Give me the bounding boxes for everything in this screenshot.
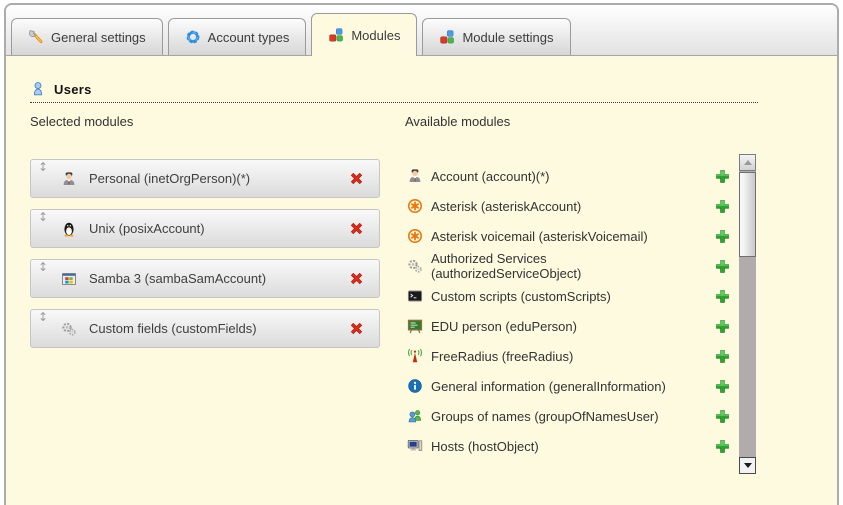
asterisk-icon xyxy=(407,228,423,244)
module-label: General information (generalInformation) xyxy=(431,379,687,394)
selected-module-samba3[interactable]: ↕ Samba 3 (sambaSamAccount) xyxy=(30,259,380,298)
person-icon xyxy=(61,171,77,187)
config-window: General settings Account types Modul xyxy=(4,3,839,505)
add-icon[interactable] xyxy=(714,378,731,395)
available-module-custom-scripts: Custom scripts (customScripts) xyxy=(407,281,737,311)
available-module-asterisk-voicemail: Asterisk voicemail (asteriskVoicemail) xyxy=(407,221,737,251)
terminal-icon xyxy=(407,288,423,304)
add-icon[interactable] xyxy=(714,228,731,245)
wrench-icon xyxy=(28,29,44,45)
available-module-edu-person: EDU person (eduPerson) xyxy=(407,311,737,341)
add-icon[interactable] xyxy=(714,318,731,335)
drag-handle-icon[interactable]: ↕ xyxy=(38,211,48,223)
scrollbar-thumb[interactable] xyxy=(739,172,756,257)
module-label: Unix (posixAccount) xyxy=(89,221,205,236)
modules-icon xyxy=(328,27,344,43)
selected-modules-heading: Selected modules xyxy=(30,114,133,129)
module-label: EDU person (eduPerson) xyxy=(431,319,687,334)
tab-label: Account types xyxy=(208,30,290,45)
add-icon[interactable] xyxy=(714,258,731,275)
module-label: FreeRadius (freeRadius) xyxy=(431,349,687,364)
module-label: Asterisk (asteriskAccount) xyxy=(431,199,687,214)
antenna-icon xyxy=(407,348,423,364)
available-modules-heading: Available modules xyxy=(405,114,510,129)
delete-icon[interactable] xyxy=(348,220,365,237)
person-icon xyxy=(407,168,423,184)
tab-bar: General settings Account types Modul xyxy=(6,5,837,56)
scroll-down-button[interactable] xyxy=(739,457,756,474)
available-module-hosts: Hosts (hostObject) xyxy=(407,431,737,461)
module-label: Account (account)(*) xyxy=(431,169,687,184)
gears-icon xyxy=(407,258,423,274)
tab-account-types[interactable]: Account types xyxy=(168,18,307,55)
add-icon[interactable] xyxy=(714,438,731,455)
tab-label: Modules xyxy=(351,28,400,43)
tab-modules[interactable]: Modules xyxy=(311,13,417,56)
available-module-account: Account (account)(*) xyxy=(407,161,737,191)
triangle-down-icon xyxy=(744,463,752,468)
tab-module-settings[interactable]: Module settings xyxy=(422,18,570,55)
available-module-groups-of-names: Groups of names (groupOfNamesUser) xyxy=(407,401,737,431)
available-module-authorized-services: Authorized Services (authorizedServiceOb… xyxy=(407,251,737,281)
triangle-up-icon xyxy=(744,160,752,165)
scroll-up-button[interactable] xyxy=(739,154,756,171)
module-label: Samba 3 (sambaSamAccount) xyxy=(89,271,266,286)
module-label: Personal (inetOrgPerson)(*) xyxy=(89,171,250,186)
available-module-freeradius: FreeRadius (freeRadius) xyxy=(407,341,737,371)
delete-icon[interactable] xyxy=(348,170,365,187)
module-label: Hosts (hostObject) xyxy=(431,439,687,454)
scrollbar-track[interactable] xyxy=(739,171,756,457)
windows-icon xyxy=(61,271,77,287)
tab-label: General settings xyxy=(51,30,146,45)
add-icon[interactable] xyxy=(714,168,731,185)
selected-module-personal[interactable]: ↕ Personal (inetOrgPerson)(*) xyxy=(30,159,380,198)
section-title: Users xyxy=(54,82,92,97)
tab-label: Module settings xyxy=(462,30,553,45)
available-module-general-information: General information (generalInformation) xyxy=(407,371,737,401)
group-icon xyxy=(407,408,423,424)
module-label: Asterisk voicemail (asteriskVoicemail) xyxy=(431,229,687,244)
selected-module-custom-fields[interactable]: ↕ Custom fields (customFields) xyxy=(30,309,380,348)
modules-icon xyxy=(439,29,455,45)
delete-icon[interactable] xyxy=(348,320,365,337)
gears-icon xyxy=(61,321,77,337)
tab-general-settings[interactable]: General settings xyxy=(11,18,163,55)
chalkboard-icon xyxy=(407,318,423,334)
user-icon xyxy=(30,81,46,97)
available-module-asterisk: Asterisk (asteriskAccount) xyxy=(407,191,737,221)
module-label: Custom fields (customFields) xyxy=(89,321,257,336)
add-icon[interactable] xyxy=(714,288,731,305)
module-label: Custom scripts (customScripts) xyxy=(431,289,687,304)
delete-icon[interactable] xyxy=(348,270,365,287)
selected-module-unix[interactable]: ↕ Unix (posixAccount) xyxy=(30,209,380,248)
asterisk-icon xyxy=(407,198,423,214)
users-section-header: Users xyxy=(30,81,758,103)
add-icon[interactable] xyxy=(714,198,731,215)
drag-handle-icon[interactable]: ↕ xyxy=(38,161,48,173)
drag-handle-icon[interactable]: ↕ xyxy=(38,311,48,323)
module-label: Groups of names (groupOfNamesUser) xyxy=(431,409,687,424)
available-modules-list: Account (account)(*) xyxy=(407,161,737,461)
available-modules-scrollbar[interactable] xyxy=(739,154,756,474)
drag-handle-icon[interactable]: ↕ xyxy=(38,261,48,273)
host-icon xyxy=(407,438,423,454)
selected-modules-list: ↕ Personal (inetOrgPerson)(*) xyxy=(30,159,380,359)
gear-icon xyxy=(185,29,201,45)
modules-tab-content: Users Selected modules Available modules… xyxy=(6,56,837,485)
add-icon[interactable] xyxy=(714,408,731,425)
penguin-icon xyxy=(61,221,77,237)
module-label: Authorized Services (authorizedServiceOb… xyxy=(431,251,687,281)
add-icon[interactable] xyxy=(714,348,731,365)
info-icon xyxy=(407,378,423,394)
